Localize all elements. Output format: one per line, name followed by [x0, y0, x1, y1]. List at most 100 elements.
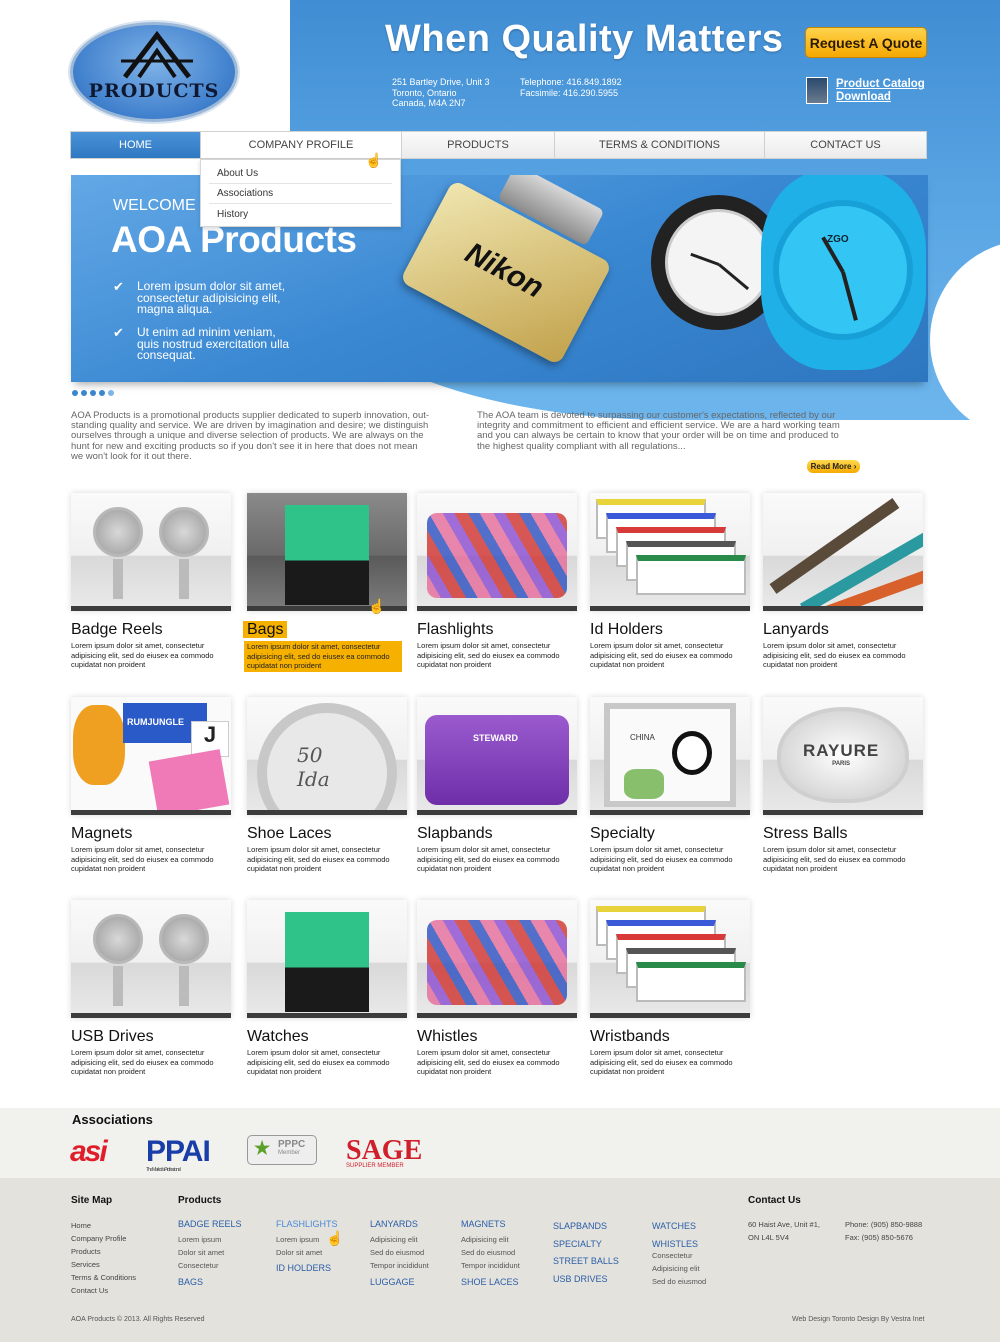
nav-products[interactable]: PRODUCTS — [402, 132, 555, 158]
product-card-badge-reels[interactable]: Badge Reels Lorem ipsum dolor sit amet, … — [71, 493, 231, 670]
product-image[interactable] — [71, 900, 231, 1018]
footer-cat-bags[interactable]: BAGS — [178, 1276, 203, 1288]
product-card-lanyards[interactable]: Lanyards Lorem ipsum dolor sit amet, con… — [763, 493, 923, 670]
footer-cat-street-balls[interactable]: STREET BALLS — [553, 1253, 619, 1271]
footer-subitem[interactable]: Lorem ipsum — [276, 1233, 322, 1246]
product-image[interactable] — [590, 493, 750, 611]
product-card-flashlights[interactable]: Flashlights Lorem ipsum dolor sit amet, … — [417, 493, 577, 670]
product-name[interactable]: Magnets — [71, 825, 132, 842]
product-name[interactable]: Flashlights — [417, 621, 493, 638]
footer-subitem[interactable]: Tempor incididunt — [461, 1259, 520, 1272]
footer-subitem[interactable]: Adipisicing elit — [461, 1233, 520, 1246]
read-more-button[interactable]: Read More › — [807, 460, 860, 473]
slider-dot[interactable] — [99, 390, 105, 396]
product-name[interactable]: Whistles — [417, 1028, 477, 1045]
nav-contact-us[interactable]: CONTACT US — [765, 132, 926, 158]
footer-credit-link[interactable]: Web Design Toronto Design By Vestra Inet — [792, 1316, 924, 1323]
footer-link-contact[interactable]: Contact Us — [71, 1284, 136, 1297]
product-image[interactable] — [71, 493, 231, 611]
banner-bullet: ✔ Ut enim ad minim veniam, quis nostrud e… — [113, 325, 290, 362]
request-quote-button[interactable]: Request A Quote — [805, 27, 927, 58]
product-image[interactable]: RAYURE PARIS — [763, 697, 923, 815]
product-card-usb-drives[interactable]: USB Drives Lorem ipsum dolor sit amet, c… — [71, 900, 231, 1077]
product-card-whistles[interactable]: Whistles Lorem ipsum dolor sit amet, con… — [417, 900, 577, 1077]
product-name[interactable]: Stress Balls — [763, 825, 847, 842]
product-image[interactable] — [247, 493, 407, 611]
catalog-download-link[interactable]: Product Catalog Download — [836, 78, 925, 104]
dropdown-associations[interactable]: Associations — [209, 184, 392, 204]
footer-cat-specialty[interactable]: SPECIALTY — [553, 1236, 619, 1254]
product-image[interactable]: STEWARD — [417, 697, 577, 815]
nav-home[interactable]: HOME — [71, 132, 201, 158]
slider-dot[interactable] — [90, 390, 96, 396]
footer-subitem[interactable]: Adipisicing elit — [370, 1233, 429, 1246]
product-image[interactable] — [590, 900, 750, 1018]
product-image[interactable] — [417, 493, 577, 611]
product-name[interactable]: Badge Reels — [71, 621, 163, 638]
footer-cat-slapbands[interactable]: SLAPBANDS — [553, 1218, 619, 1236]
footer-cat-shoe-laces[interactable]: SHOE LACES — [461, 1276, 519, 1288]
footer-col-6: WATCHES WHISTLES — [652, 1218, 698, 1253]
product-image[interactable]: CHINA — [590, 697, 750, 815]
product-name[interactable]: Shoe Laces — [247, 825, 332, 842]
product-name[interactable]: USB Drives — [71, 1028, 154, 1045]
product-card-specialty[interactable]: CHINA Specialty Lorem ipsum dolor sit am… — [590, 697, 750, 874]
product-name[interactable]: Wristbands — [590, 1028, 670, 1045]
product-image[interactable] — [763, 493, 923, 611]
product-card-slapbands[interactable]: STEWARD Slapbands Lorem ipsum dolor sit … — [417, 697, 577, 874]
product-card-stress-balls[interactable]: RAYURE PARIS Stress Balls Lorem ipsum dol… — [763, 697, 923, 874]
product-image[interactable] — [247, 900, 407, 1018]
product-card-shoe-laces[interactable]: 50 Ida Shoe Laces Lorem ipsum dolor sit a… — [247, 697, 407, 874]
product-name[interactable]: Slapbands — [417, 825, 493, 842]
product-name[interactable]: Specialty — [590, 825, 655, 842]
dropdown-history[interactable]: History — [209, 204, 392, 224]
footer-link-company-profile[interactable]: Company Profile — [71, 1232, 136, 1245]
footer-cat-flashlights[interactable]: FLASHLIGHTS — [276, 1218, 338, 1230]
footer-link-home[interactable]: Home — [71, 1219, 136, 1232]
footer-subitem[interactable]: Consectetur — [178, 1259, 224, 1272]
product-card-id-holders[interactable]: Id Holders Lorem ipsum dolor sit amet, c… — [590, 493, 750, 670]
footer-link-products[interactable]: Products — [71, 1245, 136, 1258]
ppai-logo[interactable]: PPAI The Mark of a Professional — [146, 1135, 211, 1173]
product-card-wristbands[interactable]: Wristbands Lorem ipsum dolor sit amet, c… — [590, 900, 750, 1077]
footer-subitem[interactable]: Sed do eiusmod — [370, 1246, 429, 1259]
product-image[interactable]: RUMJUNGLE J — [71, 697, 231, 815]
footer-subitem[interactable]: Sed do eiusmod — [461, 1246, 520, 1259]
footer-sitemap: Home Company Profile Products Services T… — [71, 1219, 136, 1297]
product-card-watches[interactable]: Watches Lorem ipsum dolor sit amet, cons… — [247, 900, 407, 1077]
product-name[interactable]: Watches — [247, 1028, 309, 1045]
footer-subitem[interactable]: Consectetur — [652, 1249, 706, 1262]
footer-cat-magnets[interactable]: MAGNETS — [461, 1218, 506, 1230]
footer-cat-watches[interactable]: WATCHES — [652, 1218, 698, 1236]
product-image[interactable]: 50 Ida — [247, 697, 407, 815]
footer-cat-id-holders[interactable]: ID HOLDERS — [276, 1262, 331, 1274]
footer-cat-lanyards[interactable]: LANYARDS — [370, 1218, 418, 1230]
slider-dot[interactable] — [72, 390, 78, 396]
slider-dot[interactable] — [81, 390, 87, 396]
catalog-thumbnail-icon[interactable] — [806, 77, 828, 104]
product-card-magnets[interactable]: RUMJUNGLE J Magnets Lorem ipsum dolor si… — [71, 697, 231, 874]
footer-subitems: Lorem ipsum Dolor sit amet — [276, 1233, 322, 1259]
product-image[interactable] — [417, 900, 577, 1018]
footer-subitem[interactable]: Dolor sit amet — [276, 1246, 322, 1259]
footer-cat-luggage[interactable]: LUGGAGE — [370, 1276, 415, 1288]
footer-cat-badge-reels[interactable]: BADGE REELS — [178, 1218, 242, 1230]
footer-subitem[interactable]: Adipisicing elit — [652, 1262, 706, 1275]
footer-subitem[interactable]: Lorem ipsum — [178, 1233, 224, 1246]
site-logo[interactable]: PRODUCTS — [70, 22, 238, 122]
footer-link-terms[interactable]: Terms & Conditions — [71, 1271, 136, 1284]
product-name[interactable]: Bags — [243, 621, 288, 638]
product-name[interactable]: Lanyards — [763, 621, 829, 638]
sage-logo[interactable]: SAGE SUPPLIER MEMBER — [346, 1135, 422, 1169]
footer-subitem[interactable]: Sed do eiusmod — [652, 1275, 706, 1288]
asi-logo[interactable]: asi — [70, 1135, 108, 1169]
nav-terms-conditions[interactable]: TERMS & CONDITIONS — [555, 132, 765, 158]
footer-link-services[interactable]: Services — [71, 1258, 136, 1271]
product-card-bags[interactable]: Bags Lorem ipsum dolor sit amet, consect… — [243, 493, 407, 672]
pppc-logo[interactable]: ★ PPPC Member — [247, 1135, 317, 1165]
slider-dot[interactable] — [108, 390, 114, 396]
footer-subitem[interactable]: Tempor incididunt — [370, 1259, 429, 1272]
product-name[interactable]: Id Holders — [590, 621, 663, 638]
footer-cat-usb-drives[interactable]: USB DRIVES — [553, 1271, 619, 1289]
footer-subitem[interactable]: Dolor sit amet — [178, 1246, 224, 1259]
